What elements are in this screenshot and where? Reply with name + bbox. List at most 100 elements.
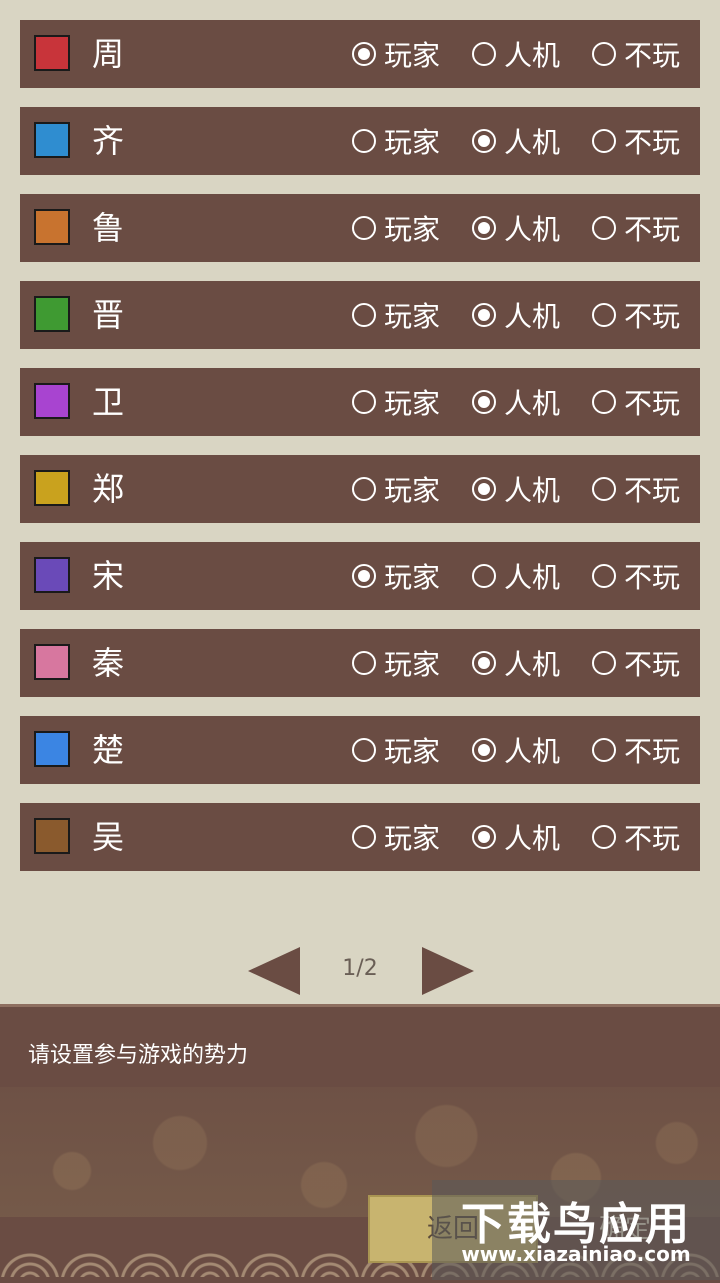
- state-name: 秦: [92, 644, 125, 682]
- radio-icon[interactable]: [472, 303, 496, 327]
- option-label: 不玩: [624, 822, 681, 855]
- ai-option[interactable]: 人机: [472, 542, 560, 610]
- radio-icon[interactable]: [352, 129, 376, 153]
- option-label: 不玩: [624, 561, 681, 594]
- radio-icon[interactable]: [352, 390, 376, 414]
- color-swatch: [34, 383, 70, 419]
- radio-icon[interactable]: [352, 303, 376, 327]
- option-label: 不玩: [624, 387, 681, 420]
- radio-icon[interactable]: [592, 216, 616, 240]
- skip-option[interactable]: 不玩: [592, 803, 680, 871]
- radio-icon[interactable]: [592, 42, 616, 66]
- radio-icon[interactable]: [352, 216, 376, 240]
- state-row: 晋 玩家 人机 不玩: [20, 281, 700, 349]
- option-label: 人机: [504, 126, 561, 159]
- ai-option[interactable]: 人机: [472, 368, 560, 436]
- state-row: 周 玩家 人机 不玩: [20, 20, 700, 88]
- color-swatch: [34, 731, 70, 767]
- color-swatch: [34, 122, 70, 158]
- option-label: 玩家: [384, 822, 441, 855]
- player-option[interactable]: 玩家: [352, 368, 440, 436]
- state-row: 齐 玩家 人机 不玩: [20, 107, 700, 175]
- radio-icon[interactable]: [352, 825, 376, 849]
- player-option[interactable]: 玩家: [352, 281, 440, 349]
- player-option[interactable]: 玩家: [352, 716, 440, 784]
- radio-icon[interactable]: [472, 738, 496, 762]
- player-option[interactable]: 玩家: [352, 20, 440, 88]
- state-row: 楚 玩家 人机 不玩: [20, 716, 700, 784]
- color-swatch: [34, 470, 70, 506]
- radio-icon[interactable]: [592, 738, 616, 762]
- page-indicator: 1/2: [342, 956, 378, 981]
- skip-option[interactable]: 不玩: [592, 194, 680, 262]
- option-label: 人机: [504, 822, 561, 855]
- skip-option[interactable]: 不玩: [592, 20, 680, 88]
- player-option[interactable]: 玩家: [352, 542, 440, 610]
- radio-icon[interactable]: [472, 129, 496, 153]
- option-label: 不玩: [624, 213, 681, 246]
- state-name: 周: [92, 35, 125, 73]
- color-swatch: [34, 209, 70, 245]
- player-option[interactable]: 玩家: [352, 194, 440, 262]
- radio-icon[interactable]: [352, 738, 376, 762]
- option-label: 玩家: [384, 561, 441, 594]
- radio-icon[interactable]: [352, 42, 376, 66]
- state-name: 齐: [92, 122, 125, 160]
- radio-icon[interactable]: [472, 216, 496, 240]
- radio-icon[interactable]: [472, 825, 496, 849]
- option-label: 不玩: [624, 474, 681, 507]
- state-row: 卫 玩家 人机 不玩: [20, 368, 700, 436]
- radio-icon[interactable]: [352, 564, 376, 588]
- option-label: 玩家: [384, 387, 441, 420]
- option-label: 玩家: [384, 474, 441, 507]
- player-option[interactable]: 玩家: [352, 803, 440, 871]
- player-option[interactable]: 玩家: [352, 455, 440, 523]
- radio-icon[interactable]: [592, 477, 616, 501]
- radio-icon[interactable]: [592, 129, 616, 153]
- option-label: 玩家: [384, 39, 441, 72]
- option-label: 玩家: [384, 300, 441, 333]
- radio-icon[interactable]: [472, 564, 496, 588]
- radio-icon[interactable]: [592, 825, 616, 849]
- radio-icon[interactable]: [592, 564, 616, 588]
- option-label: 人机: [504, 648, 561, 681]
- skip-option[interactable]: 不玩: [592, 716, 680, 784]
- player-option[interactable]: 玩家: [352, 107, 440, 175]
- state-name: 晋: [92, 296, 125, 334]
- skip-option[interactable]: 不玩: [592, 629, 680, 697]
- option-label: 人机: [504, 39, 561, 72]
- radio-icon[interactable]: [472, 651, 496, 675]
- radio-icon[interactable]: [472, 477, 496, 501]
- player-option[interactable]: 玩家: [352, 629, 440, 697]
- ai-option[interactable]: 人机: [472, 194, 560, 262]
- ai-option[interactable]: 人机: [472, 107, 560, 175]
- skip-option[interactable]: 不玩: [592, 281, 680, 349]
- skip-option[interactable]: 不玩: [592, 542, 680, 610]
- radio-icon[interactable]: [472, 390, 496, 414]
- option-label: 人机: [504, 300, 561, 333]
- state-name: 宋: [92, 557, 125, 595]
- radio-icon[interactable]: [352, 651, 376, 675]
- radio-icon[interactable]: [352, 477, 376, 501]
- radio-icon[interactable]: [592, 651, 616, 675]
- ai-option[interactable]: 人机: [472, 716, 560, 784]
- state-name: 楚: [92, 731, 125, 769]
- option-label: 玩家: [384, 735, 441, 768]
- state-row: 郑 玩家 人机 不玩: [20, 455, 700, 523]
- prev-page-icon[interactable]: [248, 947, 300, 995]
- state-row: 吴 玩家 人机 不玩: [20, 803, 700, 871]
- radio-icon[interactable]: [592, 390, 616, 414]
- skip-option[interactable]: 不玩: [592, 368, 680, 436]
- radio-icon[interactable]: [472, 42, 496, 66]
- option-label: 不玩: [624, 735, 681, 768]
- option-label: 人机: [504, 735, 561, 768]
- skip-option[interactable]: 不玩: [592, 107, 680, 175]
- radio-icon[interactable]: [592, 303, 616, 327]
- ai-option[interactable]: 人机: [472, 281, 560, 349]
- ai-option[interactable]: 人机: [472, 455, 560, 523]
- ai-option[interactable]: 人机: [472, 20, 560, 88]
- ai-option[interactable]: 人机: [472, 629, 560, 697]
- ai-option[interactable]: 人机: [472, 803, 560, 871]
- next-page-icon[interactable]: [422, 947, 474, 995]
- skip-option[interactable]: 不玩: [592, 455, 680, 523]
